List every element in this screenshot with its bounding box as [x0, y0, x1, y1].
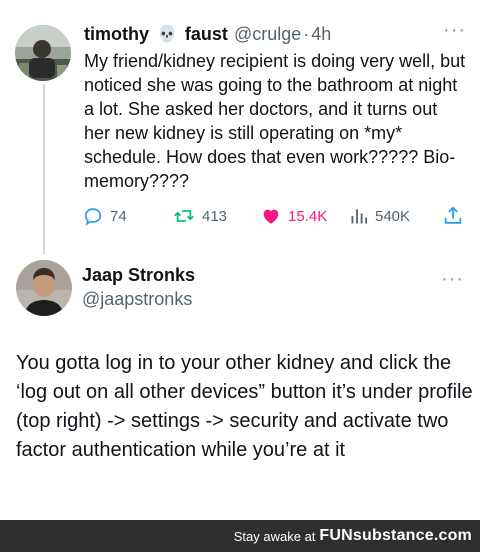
retweet-button[interactable]: 413 — [172, 205, 227, 227]
timestamp[interactable]: 4h — [311, 24, 331, 45]
thread-connector-line — [43, 84, 45, 254]
footer-brand: FUNsubstance.com — [319, 527, 472, 544]
display-name-suffix[interactable]: faust — [185, 24, 228, 45]
display-name[interactable]: timothy — [84, 24, 149, 45]
analytics-bars-icon — [351, 209, 368, 224]
reply-icon — [84, 208, 102, 226]
avatar-photo-icon — [15, 25, 71, 81]
user-handle[interactable]: @crulge — [234, 24, 301, 45]
display-name[interactable]: Jaap Stronks — [82, 265, 195, 286]
share-button[interactable] — [442, 205, 464, 227]
watermark-footer: Stay awake at FUNsubstance.com — [0, 520, 480, 552]
more-options-icon[interactable]: ··· — [443, 20, 466, 40]
footer-tagline: Stay awake at — [233, 528, 316, 544]
heart-icon — [263, 209, 279, 224]
like-count: 15.4K — [288, 207, 328, 225]
separator-dot: · — [303, 23, 310, 44]
share-icon — [444, 206, 462, 224]
tweet1-text: My friend/kidney recipient is doing very… — [84, 51, 466, 191]
tweet1-action-bar: 74 413 15.4K 540K — [82, 203, 466, 229]
avatar-jaap-stronks[interactable] — [16, 260, 72, 316]
avatar-photo-icon — [16, 260, 72, 316]
retweet-icon — [174, 210, 194, 222]
like-button[interactable]: 15.4K — [260, 205, 327, 227]
reply-count: 74 — [110, 207, 127, 225]
tweet2-text: You gotta log in to your other kidney an… — [16, 352, 473, 461]
user-handle[interactable]: @jaapstronks — [82, 289, 192, 310]
reply-button[interactable]: 74 — [82, 205, 127, 227]
tweet1-header: timothy 💀 faust @crulge · 4h ··· — [84, 20, 466, 47]
avatar-timothy[interactable] — [15, 25, 71, 81]
skull-emoji-icon: 💀 — [157, 26, 177, 43]
more-options-icon[interactable]: ··· — [441, 269, 464, 289]
retweet-count: 413 — [202, 207, 228, 225]
views-button[interactable]: 540K — [349, 206, 410, 226]
view-count: 540K — [375, 207, 411, 225]
